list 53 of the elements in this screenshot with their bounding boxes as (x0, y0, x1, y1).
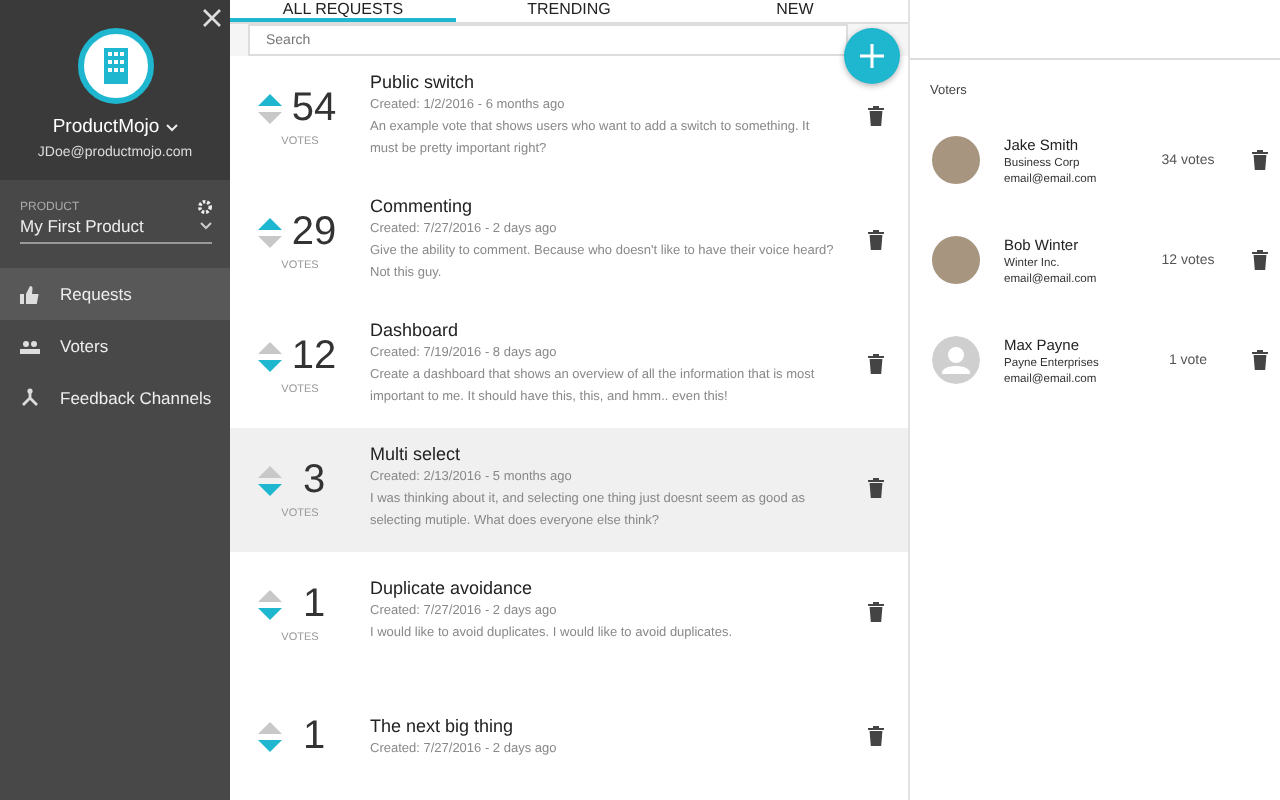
avatar-placeholder (932, 136, 980, 184)
request-title: Multi select (370, 444, 463, 465)
people-icon (20, 339, 40, 353)
vote-count: 12 (289, 333, 339, 379)
vote-count: 1 (300, 581, 328, 627)
nav-item[interactable]: Feedback Channels (0, 372, 230, 424)
vote-count: 3 (300, 457, 328, 503)
upvote-icon[interactable] (258, 341, 282, 353)
delete-icon[interactable] (868, 478, 884, 498)
thumbs-up-icon (20, 285, 40, 303)
upvote-icon[interactable] (258, 721, 282, 733)
downvote-icon[interactable] (258, 739, 282, 751)
delete-icon[interactable] (1252, 250, 1268, 270)
delete-icon[interactable] (1252, 350, 1268, 370)
add-button[interactable] (844, 28, 900, 84)
delete-icon[interactable] (1252, 150, 1268, 170)
nav-item[interactable]: Voters (0, 320, 230, 372)
caret-icon (165, 123, 178, 131)
request-title: The next big thing (370, 716, 516, 736)
delete-icon[interactable] (868, 354, 884, 374)
settings-icon[interactable] (198, 200, 212, 214)
nav-item[interactable]: Requests (0, 268, 230, 320)
downvote-icon[interactable] (258, 235, 282, 247)
request-title: Commenting (370, 196, 475, 217)
downvote-icon[interactable] (258, 607, 282, 619)
upvote-icon[interactable] (258, 217, 282, 229)
delete-icon[interactable] (868, 602, 884, 622)
vote-count: 29 (289, 209, 339, 255)
avatar-placeholder (932, 236, 980, 284)
delete-icon[interactable] (868, 106, 884, 126)
vote-count: 1 (300, 713, 328, 759)
upvote-icon[interactable] (258, 589, 282, 601)
product-select[interactable]: My First Product (20, 214, 212, 244)
tab[interactable]: TRENDING (456, 0, 682, 22)
caret-icon (200, 222, 212, 230)
branch-icon (20, 388, 40, 408)
account-dropdown[interactable]: ProductMojo (52, 116, 178, 138)
upvote-icon[interactable] (258, 93, 282, 105)
delete-icon[interactable] (868, 230, 884, 250)
plus-icon (860, 44, 884, 68)
request-title: Duplicate avoidance (370, 578, 535, 599)
vote-count: 54 (289, 85, 339, 131)
tab[interactable]: NEW (682, 0, 908, 22)
building-logo-icon (77, 28, 153, 104)
downvote-icon[interactable] (258, 359, 282, 371)
upvote-icon[interactable] (258, 465, 282, 477)
close-icon[interactable] (200, 6, 224, 30)
downvote-icon[interactable] (258, 483, 282, 495)
default-avatar-icon (932, 336, 980, 384)
request-title: Public switch (370, 72, 477, 93)
downvote-icon[interactable] (258, 111, 282, 123)
delete-icon[interactable] (868, 726, 884, 746)
request-title: Dashboard (370, 320, 461, 341)
